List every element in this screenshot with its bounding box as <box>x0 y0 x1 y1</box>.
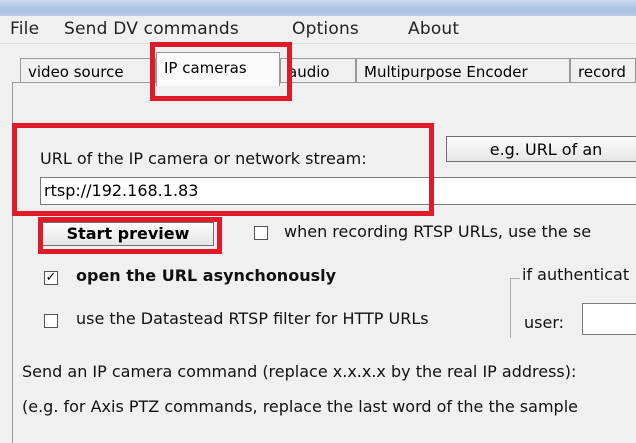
tab-strip: video source IP cameras audio Multipurpo… <box>0 44 636 86</box>
command-instructions-line2: (e.g. for Axis PTZ commands, replace the… <box>22 397 578 416</box>
datastead-label: use the Datastead RTSP filter for HTTP U… <box>76 309 429 328</box>
auth-user-label: user: <box>524 313 565 332</box>
async-label: open the URL asynchonously <box>76 266 337 285</box>
auth-user-input[interactable] <box>582 303 636 335</box>
menu-file[interactable]: File <box>10 19 39 39</box>
window-title-strip <box>0 0 636 16</box>
menu-options[interactable]: Options <box>292 19 359 39</box>
rtsp-record-label: when recording RTSP URLs, use the se <box>284 222 592 241</box>
async-checkbox[interactable]: ✓ <box>44 271 58 285</box>
auth-group-label: if authenticat <box>520 265 632 284</box>
highlight-ip-cameras-tab <box>150 42 292 101</box>
tab-multipurpose-encoder[interactable]: Multipurpose Encoder <box>356 58 570 84</box>
auth-group-border-left <box>510 278 520 279</box>
tab-video-source[interactable]: video source <box>20 58 156 84</box>
rtsp-record-checkbox[interactable] <box>254 226 268 240</box>
tab-record[interactable]: record <box>570 58 636 84</box>
auth-group-side <box>510 278 511 338</box>
menu-send-dv-commands[interactable]: Send DV commands <box>64 19 239 39</box>
menu-about[interactable]: About <box>408 19 459 39</box>
datastead-checkbox[interactable] <box>44 314 58 328</box>
command-instructions-line1: Send an IP camera command (replace x.x.x… <box>22 362 577 381</box>
highlight-url-field <box>12 123 434 216</box>
highlight-start-preview <box>38 217 222 254</box>
url-example-button[interactable]: e.g. URL of an <box>446 136 636 162</box>
menu-bar: File Send DV commands Options About <box>0 16 636 44</box>
